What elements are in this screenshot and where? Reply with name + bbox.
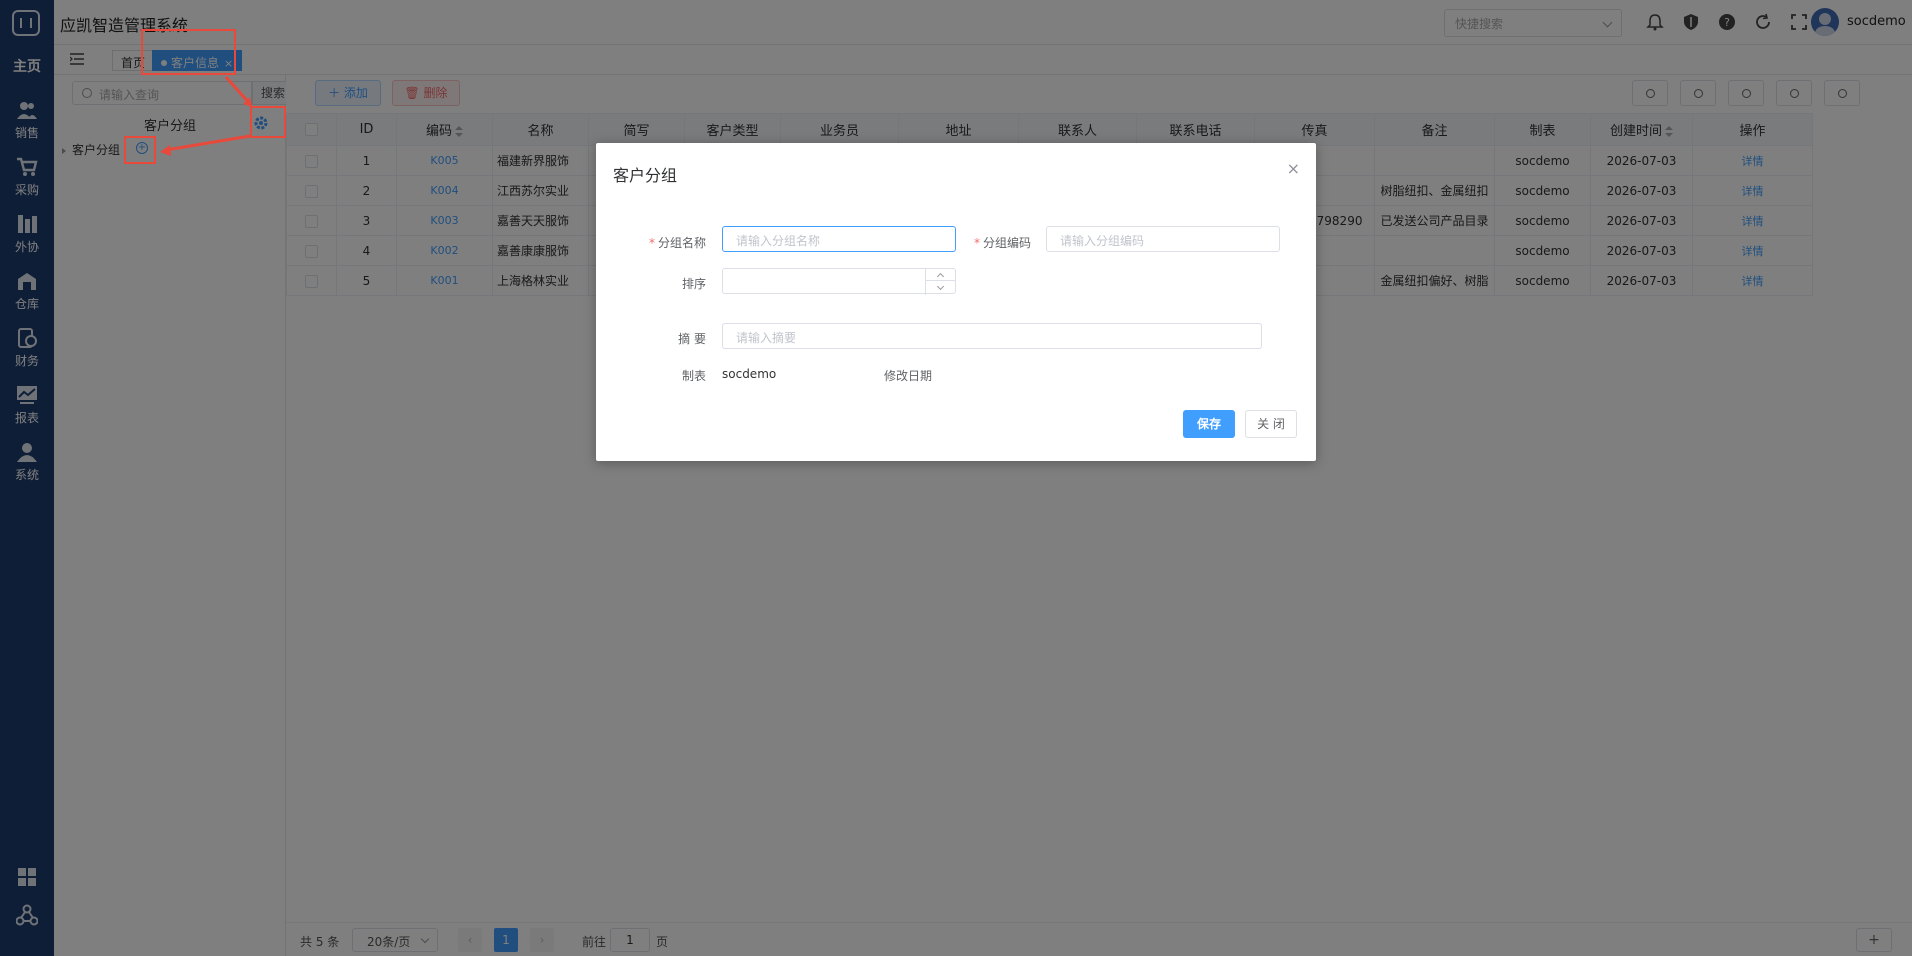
label-text: 分组编码	[982, 236, 1031, 250]
summary-label: 摘 要	[678, 332, 706, 346]
placeholder: 请输入分组名称	[736, 234, 821, 248]
sort-label: 排序	[681, 277, 706, 291]
close-button[interactable]: 关 闭	[1245, 410, 1297, 438]
group-name-label: * 分组名称	[648, 236, 706, 250]
chevron-down-icon	[936, 282, 945, 291]
modified-date-label: 修改日期	[884, 369, 933, 383]
save-button[interactable]: 保存	[1183, 410, 1235, 438]
group-name-input[interactable]: 请输入分组名称	[722, 226, 956, 252]
annotation-highlight-tab	[141, 29, 236, 75]
maker-value: socdemo	[722, 367, 777, 381]
group-code-input[interactable]: 请输入分组编码	[1046, 226, 1280, 252]
summary-input[interactable]: 请输入摘要	[722, 323, 1262, 349]
maker-label: 制表	[681, 369, 706, 383]
placeholder: 请输入摘要	[736, 331, 797, 345]
customer-group-dialog: 客户分组 × * 分组名称 请输入分组名称 * 分组编码 请输入分组编码 排序 摘 …	[596, 143, 1316, 461]
sort-number-input[interactable]	[722, 268, 956, 295]
annotation-highlight-gear	[250, 106, 286, 138]
annotation-highlight-add	[124, 136, 156, 164]
label-text: 分组名称	[657, 236, 706, 250]
close-icon[interactable]: ×	[1287, 159, 1300, 178]
placeholder: 请输入分组编码	[1060, 234, 1145, 248]
quantity-stepper[interactable]	[925, 269, 955, 295]
dialog-title: 客户分组	[613, 166, 678, 185]
group-code-label: * 分组编码	[973, 236, 1031, 250]
